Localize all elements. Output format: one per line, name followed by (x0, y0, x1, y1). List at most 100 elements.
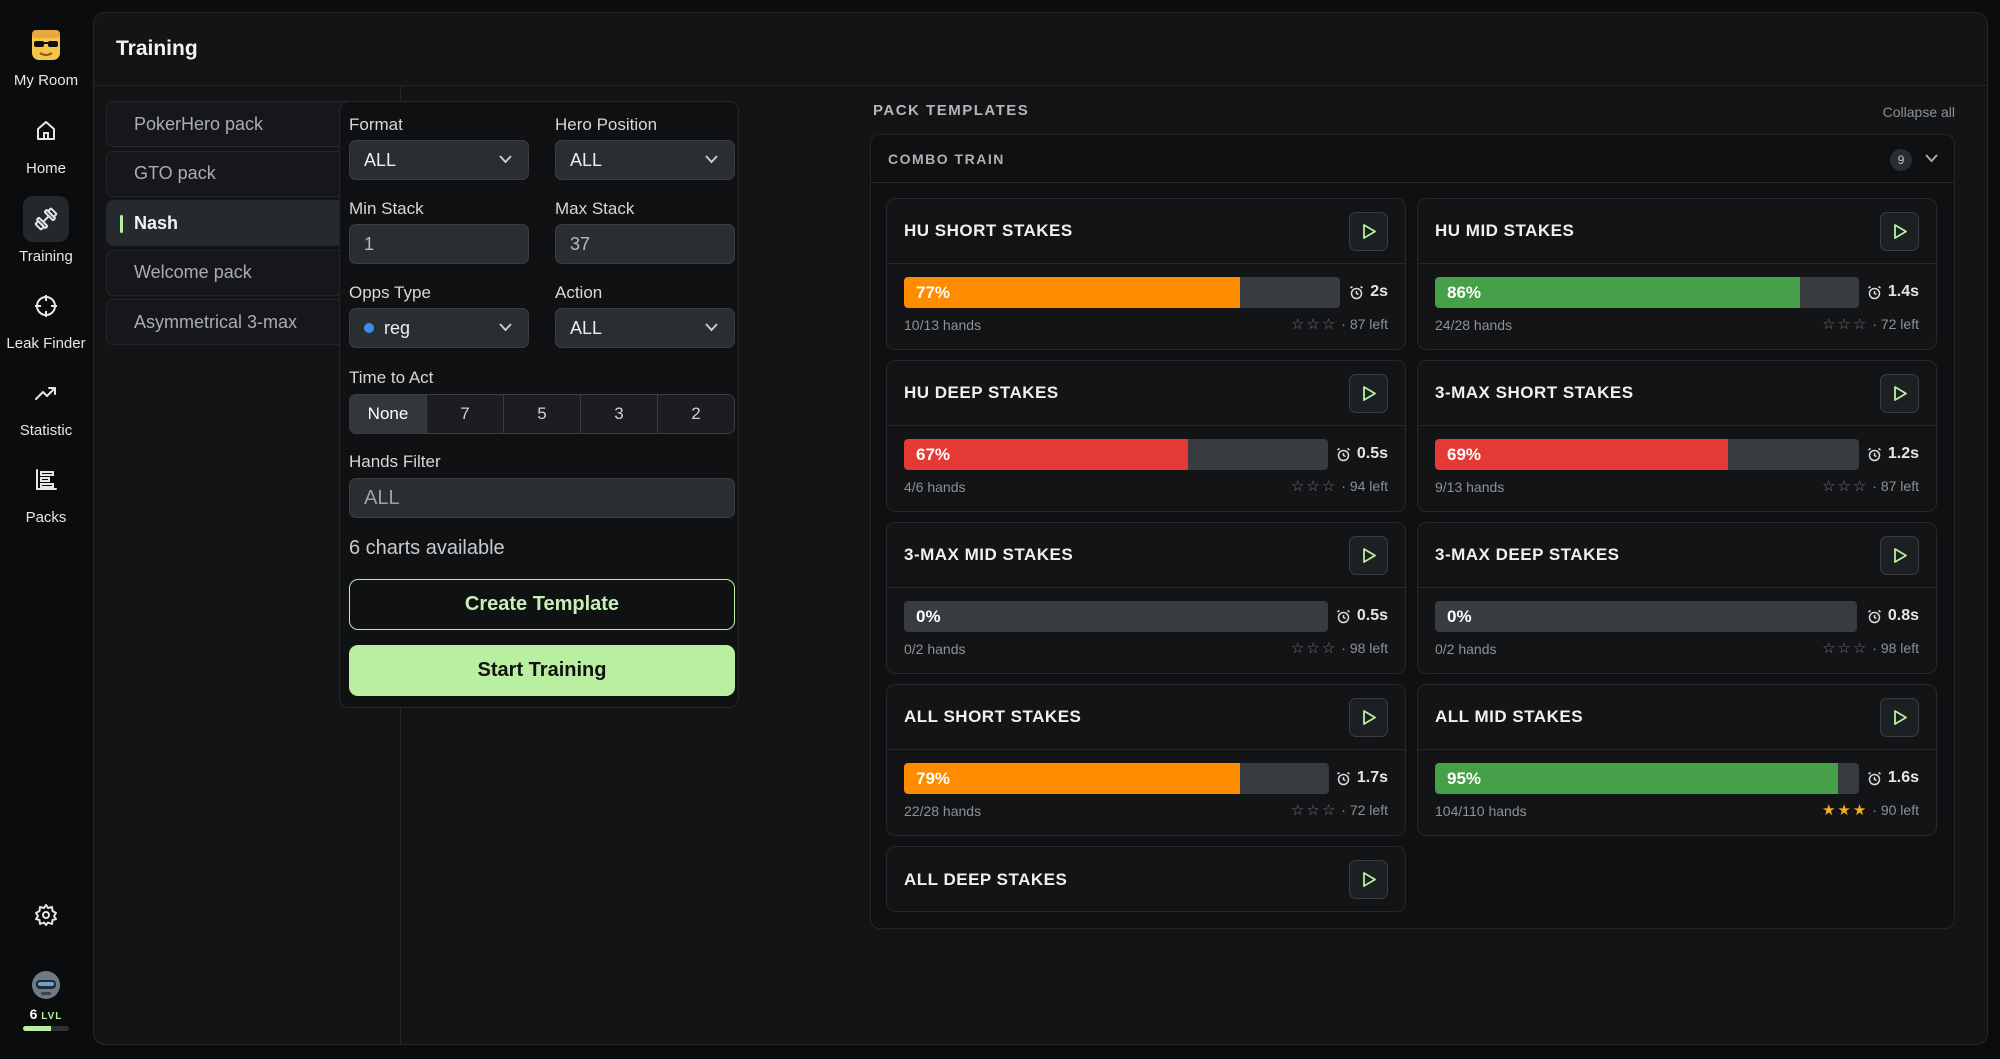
format-select[interactable]: ALL (349, 140, 529, 180)
template-name: HU DEEP STAKES (904, 383, 1059, 402)
card-meta: ☆ ☆ ☆ · 87 left (1289, 316, 1388, 332)
rail-item-home[interactable]: Home (0, 108, 92, 177)
combo-train-group: COMBO TRAIN 9 HU SHORT STAKES 77% 2s 10/13 … (870, 134, 1955, 929)
user-level[interactable]: 6 LVL (0, 968, 92, 1031)
time-option-3[interactable]: 3 (581, 395, 658, 433)
play-button[interactable] (1349, 698, 1388, 737)
star-icon: ☆ (1306, 315, 1320, 333)
progress-percent: 86% (1447, 283, 1482, 302)
time-option-7[interactable]: 7 (427, 395, 504, 433)
alarm-clock-icon (1867, 447, 1888, 462)
star-rating: ☆ ☆ ☆ (1820, 317, 1866, 332)
max-stack-label: Max Stack (555, 199, 635, 218)
chevron-down-icon (499, 323, 512, 332)
template-name: ALL MID STAKES (1435, 707, 1584, 726)
play-button[interactable] (1349, 212, 1388, 251)
template-card-header: ALL MID STAKES (1418, 685, 1936, 750)
star-icon: ☆ (1290, 639, 1305, 657)
remaining-count: · 87 left (1341, 316, 1388, 332)
progress-bar: 67% (904, 439, 1328, 470)
progress-fill (1435, 763, 1838, 794)
rail-item-leak-finder[interactable]: Leak Finder (0, 283, 92, 352)
star-icon: ☆ (1837, 315, 1851, 333)
avg-time: 1.4s (1867, 283, 1919, 301)
progress-percent: 69% (1447, 445, 1482, 464)
star-icon: ☆ (1306, 639, 1320, 657)
opps-type-select[interactable]: reg (349, 308, 529, 348)
templates-title: PACK TEMPLATES (873, 102, 1030, 119)
settings-button[interactable] (0, 892, 92, 944)
star-icon: ☆ (1321, 315, 1336, 333)
rail-label: Statistic (19, 422, 73, 439)
template-card-header: 3-MAX DEEP STAKES (1418, 523, 1936, 588)
play-button[interactable] (1880, 374, 1919, 413)
star-rating: ☆ ☆ ☆ (1289, 641, 1335, 656)
remaining-count: · 72 left (1872, 316, 1919, 332)
template-name: 3-MAX MID STAKES (904, 545, 1074, 564)
rail-item-packs[interactable]: Packs (0, 457, 92, 526)
play-button[interactable] (1880, 698, 1919, 737)
template-name: 3-MAX DEEP STAKES (1435, 545, 1620, 564)
time-option-5[interactable]: 5 (504, 395, 581, 433)
remaining-count: · 98 left (1872, 640, 1919, 656)
remaining-count: · 90 left (1872, 802, 1919, 818)
start-training-button[interactable]: Start Training (349, 645, 735, 696)
progress-percent: 79% (916, 769, 951, 788)
hands-count: 10/13 hands (904, 317, 982, 333)
progress-percent: 67% (916, 445, 951, 464)
card-meta: ☆ ☆ ☆ · 98 left (1289, 640, 1388, 656)
time-option-none[interactable]: None (350, 395, 427, 433)
star-rating: ★ ★ ★ (1820, 803, 1866, 818)
hands-count: 0/2 hands (1435, 641, 1497, 657)
rail-item-my-room[interactable]: My Room (0, 22, 92, 89)
rail-label: My Room (13, 72, 79, 89)
rail-label: Packs (25, 509, 67, 526)
level-suffix: LVL (41, 1011, 63, 1022)
time-option-2[interactable]: 2 (658, 395, 734, 433)
combo-train-group-header[interactable]: COMBO TRAIN 9 (871, 135, 1954, 183)
play-icon (1892, 223, 1908, 240)
min-stack-input[interactable]: 1 (349, 224, 529, 264)
progress-fill (1435, 277, 1800, 308)
template-card-header: ALL DEEP STAKES (887, 847, 1405, 912)
rail-item-statistic[interactable]: Statistic (0, 370, 92, 439)
remaining-count: · 98 left (1341, 640, 1388, 656)
hero-position-select[interactable]: ALL (555, 140, 735, 180)
hands-filter-input[interactable]: ALL (349, 478, 735, 518)
progress-percent: 77% (916, 283, 951, 302)
collapse-all-link[interactable]: Collapse all (1883, 104, 1955, 120)
trend-icon (23, 370, 69, 416)
play-button[interactable] (1349, 374, 1388, 413)
play-button[interactable] (1880, 212, 1919, 251)
max-stack-input[interactable]: 37 (555, 224, 735, 264)
play-button[interactable] (1349, 860, 1388, 899)
action-select[interactable]: ALL (555, 308, 735, 348)
alarm-clock-icon (1336, 447, 1357, 462)
create-template-button[interactable]: Create Template (349, 579, 735, 630)
star-rating: ☆ ☆ ☆ (1289, 479, 1335, 494)
play-button[interactable] (1880, 536, 1919, 575)
alarm-clock-icon (1867, 285, 1888, 300)
star-icon: ☆ (1321, 639, 1336, 657)
template-card-header: ALL SHORT STAKES (887, 685, 1405, 750)
page-title: Training (116, 37, 198, 60)
template-card-header: 3-MAX SHORT STAKES (1418, 361, 1936, 426)
hands-filter-label: Hands Filter (349, 452, 441, 471)
chevron-down-icon (705, 323, 718, 332)
card-meta: ☆ ☆ ☆ · 94 left (1289, 478, 1388, 494)
progress-bar: 86% (1435, 277, 1859, 308)
progress-bar: 79% (904, 763, 1329, 794)
progress-fill (904, 763, 1240, 794)
templates-header: PACK TEMPLATES Collapse all (873, 102, 1963, 126)
reg-dot-icon (364, 323, 374, 333)
rail-item-training[interactable]: Training (0, 196, 92, 265)
star-icon: ☆ (1290, 315, 1305, 333)
template-card-header: HU DEEP STAKES (887, 361, 1405, 426)
progress-bar: 77% (904, 277, 1340, 308)
play-button[interactable] (1349, 536, 1388, 575)
window-header: Training (94, 13, 1987, 86)
hands-count: 9/13 hands (1435, 479, 1505, 495)
avg-time-value: 1.7s (1356, 769, 1388, 786)
star-icon: ☆ (1290, 477, 1305, 495)
avg-time: 0.5s (1336, 445, 1388, 463)
